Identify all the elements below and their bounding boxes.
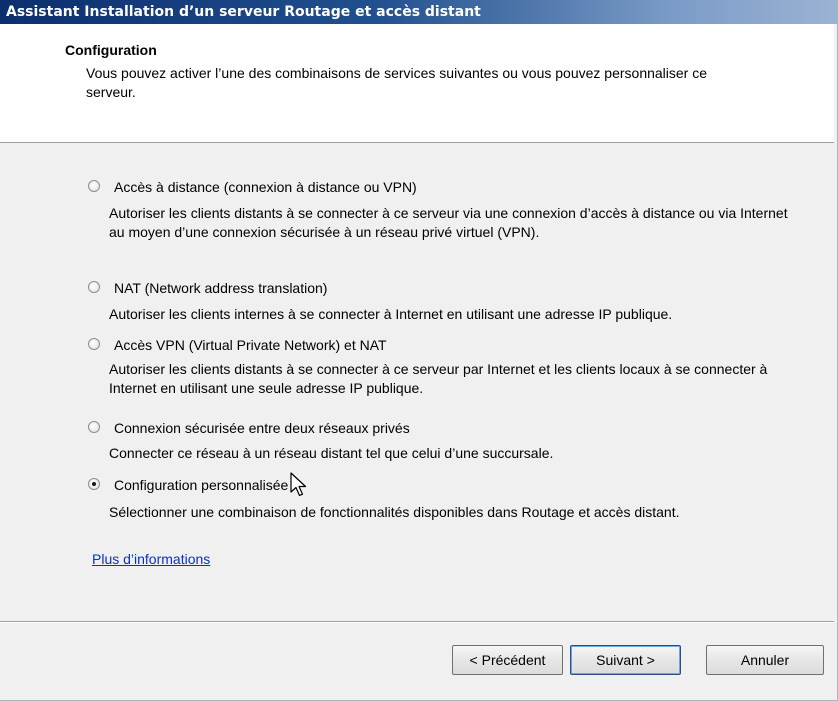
cancel-button[interactable]: Annuler — [706, 645, 824, 675]
more-info-link[interactable]: Plus d’informations — [92, 551, 210, 567]
wizard-window: Assistant Installation d’un serveur Rout… — [0, 0, 838, 701]
radio-vpn-nat[interactable] — [88, 338, 100, 350]
option-label[interactable]: NAT (Network address translation) — [114, 280, 327, 296]
radio-remote-access[interactable] — [88, 180, 100, 192]
option-label[interactable]: Accès à distance (connexion à distance o… — [114, 179, 417, 195]
page-title: Configuration — [65, 42, 157, 58]
option-description: Autoriser les clients internes à se conn… — [109, 306, 673, 322]
option-label[interactable]: Accès VPN (Virtual Private Network) et N… — [114, 337, 387, 353]
option-description: Sélectionner une combinaison de fonction… — [109, 504, 680, 520]
radio-secure-connection[interactable] — [88, 421, 100, 433]
radio-nat[interactable] — [88, 281, 100, 293]
radio-custom-configuration[interactable] — [88, 478, 100, 490]
option-description: Connecter ce réseau à un réseau distant … — [109, 445, 554, 461]
title-bar: Assistant Installation d’un serveur Rout… — [0, 0, 838, 24]
page-description: Vous pouvez activer l’une des combinaiso… — [86, 65, 708, 100]
option-label[interactable]: Connexion sécurisée entre deux réseaux p… — [114, 420, 410, 436]
option-description: Autoriser les clients distants à se conn… — [109, 361, 768, 396]
arrow-cursor-icon — [290, 472, 307, 497]
next-button[interactable]: Suivant > — [570, 645, 681, 675]
option-label[interactable]: Configuration personnalisée — [114, 477, 288, 493]
option-description: Autoriser les clients distants à se conn… — [109, 205, 788, 240]
back-button[interactable]: < Précédent — [452, 645, 563, 675]
footer-separator — [0, 621, 834, 623]
